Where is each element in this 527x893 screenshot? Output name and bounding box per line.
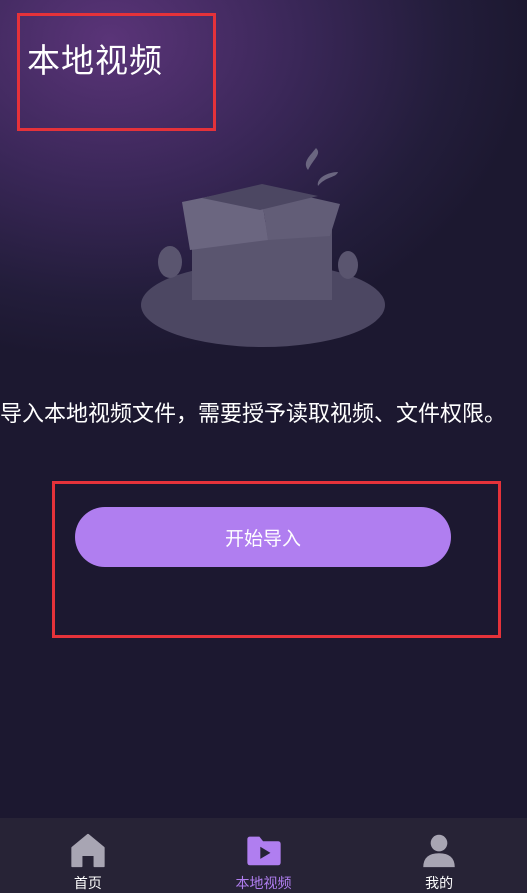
bottom-tab-bar: 首页 本地视频 我的 [0,818,527,893]
tab-home-label: 首页 [73,876,102,892]
title-highlight-box [17,13,216,131]
tab-local-video-label: 本地视频 [235,876,292,892]
tab-home[interactable]: 首页 [0,818,176,893]
user-icon [423,834,455,868]
video-folder-icon [246,836,281,866]
button-highlight-box [52,481,501,638]
open-box-icon [141,148,385,347]
tab-mine[interactable]: 我的 [351,818,527,893]
permission-description: 导入本地视频文件，需要授予读取视频、文件权限。 [0,402,507,427]
home-icon [71,833,105,868]
tab-local-video[interactable]: 本地视频 [176,818,352,893]
tab-mine-label: 我的 [425,876,454,892]
